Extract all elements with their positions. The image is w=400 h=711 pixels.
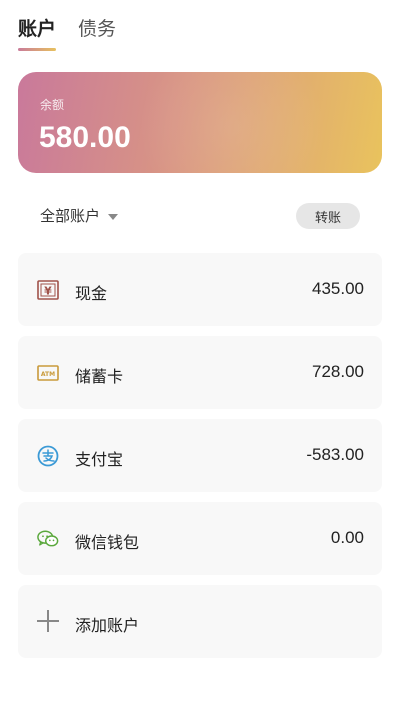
account-amount: 435.00 <box>312 279 364 298</box>
svg-text:¥: ¥ <box>44 285 52 298</box>
account-name: 微信钱包 <box>75 533 140 552</box>
account-amount: -583.00 <box>306 445 364 464</box>
account-amount: 728.00 <box>312 362 364 381</box>
account-amount: 0.00 <box>330 528 364 547</box>
balance-card: 余额 580.00 <box>18 72 382 173</box>
tab-accounts-label: 账户 <box>18 18 57 40</box>
account-name: 储蓄卡 <box>75 367 124 386</box>
alipay-icon <box>37 445 59 467</box>
account-item-cash[interactable]: ¥ 现金 435.00 <box>18 253 382 326</box>
wechat-icon <box>37 528 59 550</box>
tab-debts-label: 债务 <box>78 18 117 40</box>
account-name: 支付宝 <box>75 450 124 469</box>
account-filter-dropdown[interactable]: 全部账户 <box>40 205 119 226</box>
card-decoration <box>122 72 342 173</box>
top-tabs: 账户 债务 <box>18 14 116 51</box>
tab-accounts[interactable]: 账户 <box>18 14 57 51</box>
account-item-wechat-wallet[interactable]: 微信钱包 0.00 <box>18 502 382 575</box>
add-account-label: 添加账户 <box>75 616 140 635</box>
account-name: 现金 <box>75 284 108 303</box>
transfer-button[interactable]: 转账 <box>296 203 360 229</box>
svg-text:ATM: ATM <box>41 371 55 378</box>
account-filter-label: 全部账户 <box>40 207 101 225</box>
account-item-debit-card[interactable]: ATM 储蓄卡 728.00 <box>18 336 382 409</box>
atm-card-icon: ATM <box>37 362 59 384</box>
add-account-button[interactable]: 添加账户 <box>18 585 382 658</box>
cash-yuan-icon: ¥ <box>37 279 59 301</box>
plus-icon <box>37 610 59 632</box>
account-item-alipay[interactable]: 支付宝 -583.00 <box>18 419 382 492</box>
tab-debts[interactable]: 债务 <box>78 14 116 51</box>
chevron-down-icon <box>108 213 119 220</box>
filter-row: 全部账户 转账 <box>18 203 382 230</box>
active-tab-indicator <box>18 48 57 51</box>
balance-value: 580.00 <box>39 121 131 154</box>
balance-label: 余额 <box>40 98 65 112</box>
